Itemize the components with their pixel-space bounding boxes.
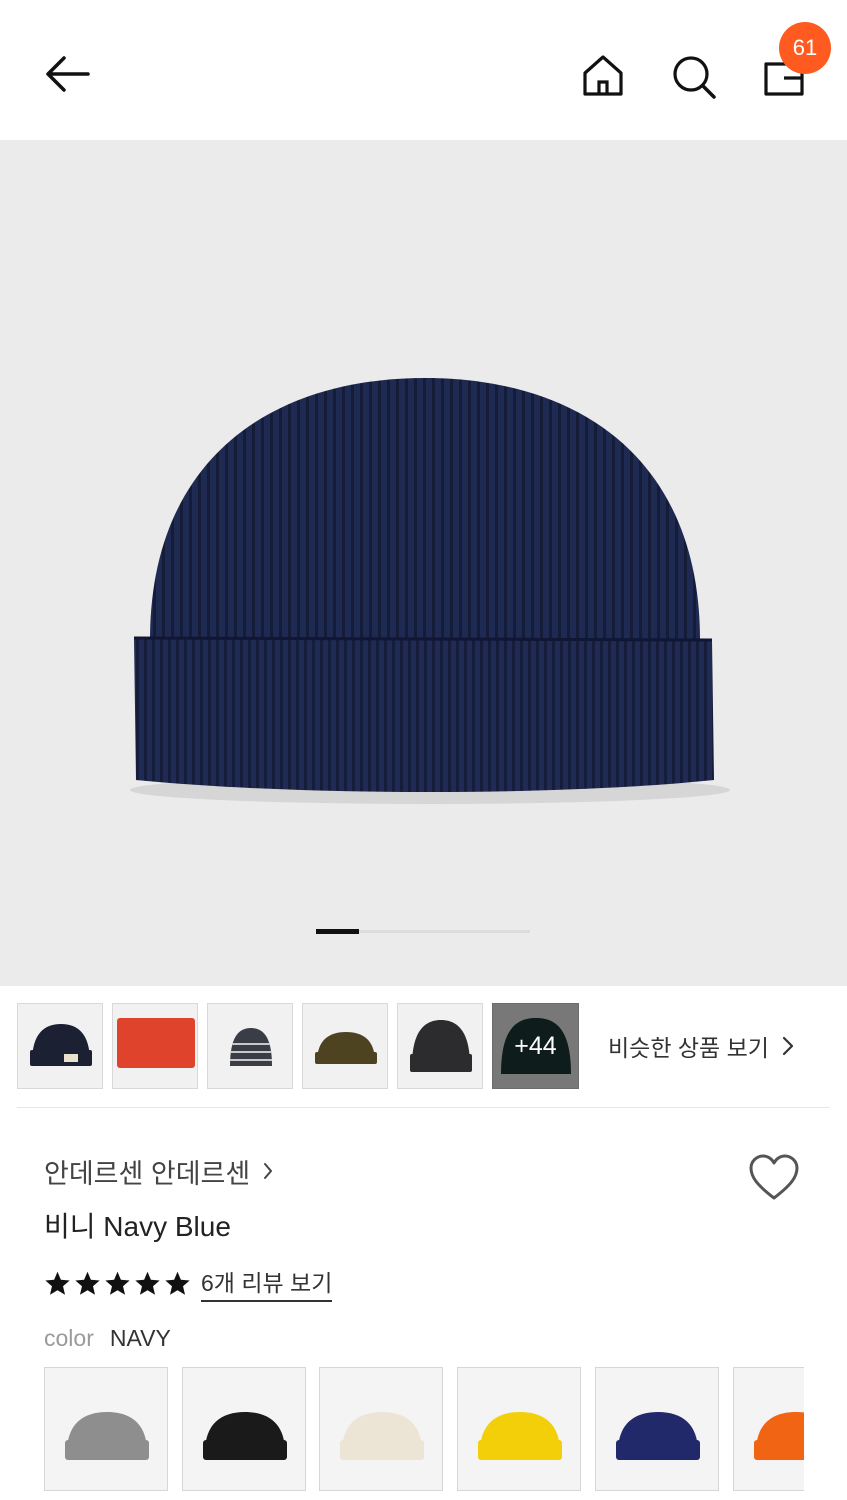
beanie-thumb-image xyxy=(230,1028,272,1066)
brand-name: 안데르센 안데르센 xyxy=(44,1158,251,1189)
beanie-swatch-image xyxy=(340,1412,424,1460)
product-image-carousel[interactable] xyxy=(0,140,847,986)
heart-icon xyxy=(749,1154,799,1200)
beanie-thumb-image xyxy=(410,1020,472,1072)
star-icon xyxy=(75,1271,100,1295)
similar-products-label: 비슷한 상품 보기 xyxy=(608,1035,769,1061)
beanie-thumb-image xyxy=(117,1018,195,1068)
variant-thumb[interactable] xyxy=(397,1003,483,1089)
beanie-swatch-image xyxy=(616,1412,700,1460)
color-label: color xyxy=(44,1325,94,1351)
beanie-thumb-image xyxy=(315,1032,377,1064)
similar-products-link[interactable]: 비슷한 상품 보기 xyxy=(608,1026,795,1066)
cart-count-badge: 61 xyxy=(779,22,831,74)
home-icon xyxy=(583,55,623,96)
star-rating xyxy=(44,1270,191,1297)
color-swatch[interactable] xyxy=(319,1367,443,1491)
variant-thumb[interactable] xyxy=(207,1003,293,1089)
star-icon xyxy=(45,1271,70,1295)
carousel-pager-indicator xyxy=(316,929,359,934)
home-button[interactable] xyxy=(577,50,629,102)
beanie-swatch-image xyxy=(754,1412,804,1460)
more-variants-count: +44 xyxy=(514,1031,557,1060)
variant-thumb[interactable] xyxy=(17,1003,103,1089)
variant-thumb[interactable] xyxy=(112,1003,198,1089)
chevron-right-icon xyxy=(262,1161,274,1181)
variant-thumb[interactable] xyxy=(302,1003,388,1089)
color-value: NAVY xyxy=(109,1325,171,1351)
beanie-swatch-image xyxy=(65,1412,149,1460)
brand-link[interactable]: 안데르센 안데르센 xyxy=(44,1152,274,1190)
color-swatch[interactable] xyxy=(733,1367,804,1491)
rating-row: 6개 리뷰 보기 xyxy=(44,1264,333,1302)
color-swatch[interactable] xyxy=(595,1367,719,1491)
color-swatch-list xyxy=(44,1367,804,1500)
chevron-right-icon xyxy=(781,1035,795,1057)
star-icon xyxy=(165,1271,190,1295)
color-swatch[interactable] xyxy=(182,1367,306,1491)
beanie-thumb-image xyxy=(30,1024,92,1066)
beanie-image xyxy=(130,378,730,804)
search-icon xyxy=(673,56,716,99)
selected-color: color NAVY xyxy=(44,1325,171,1352)
star-icon xyxy=(135,1271,160,1295)
back-button[interactable] xyxy=(40,50,92,102)
top-app-bar: 61 xyxy=(0,0,847,140)
arrow-left-icon xyxy=(46,56,90,92)
color-variant-thumbnails: +44 비슷한 상품 보기 xyxy=(0,986,847,1108)
wishlist-button[interactable] xyxy=(744,1150,804,1206)
star-icon xyxy=(105,1271,130,1295)
color-swatch[interactable] xyxy=(44,1367,168,1491)
color-swatch[interactable] xyxy=(457,1367,581,1491)
beanie-swatch-image xyxy=(203,1412,287,1460)
search-button[interactable] xyxy=(667,50,719,102)
product-title: 비니 Navy Blue xyxy=(44,1211,231,1242)
section-divider xyxy=(17,1107,830,1108)
beanie-swatch-image xyxy=(478,1412,562,1460)
reviews-link[interactable]: 6개 리뷰 보기 xyxy=(201,1264,333,1302)
